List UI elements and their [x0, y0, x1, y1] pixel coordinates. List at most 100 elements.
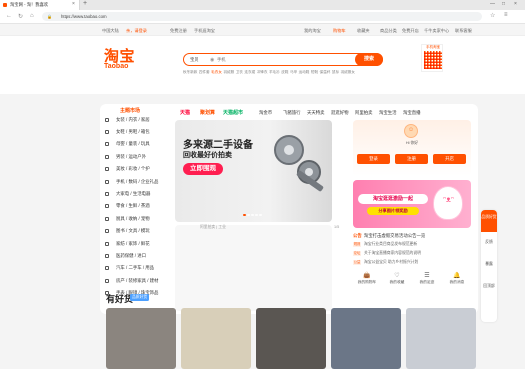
home-icon[interactable]: ⌂ [30, 13, 34, 19]
quick-tool-button[interactable]: ♡ 我的收藏 [383, 272, 411, 285]
qr-code-panel[interactable]: 手机淘宝 [421, 44, 443, 72]
float-quality-button[interactable]: 品质好货 [481, 210, 497, 232]
channel-link[interactable]: 淘宝直播 [403, 110, 421, 116]
quick-tool-button[interactable]: 🔔 我的消息 [443, 272, 471, 285]
category-item[interactable]: 大家电 / 生活电器 [105, 190, 175, 200]
hot-word-link[interactable]: 短靴 [311, 70, 318, 74]
hot-word-link[interactable]: 保温杯 [320, 70, 331, 74]
hot-word-link[interactable]: 羽绒服女 [341, 70, 355, 74]
customer-service-link[interactable]: 联系客服 [455, 28, 472, 34]
hot-word-link[interactable]: 卫衣 [236, 70, 243, 74]
news-item[interactable]: 规则 淘宝行业类目商品发布规范更新 [353, 242, 471, 247]
hot-word-link[interactable]: 冲锋衣 [257, 70, 268, 74]
region-selector[interactable]: 中国大陆 [102, 28, 119, 34]
channel-link[interactable]: 阿里拍卖 [355, 110, 373, 116]
category-item[interactable]: 手机 / 数码 / 企业礼品 [105, 178, 175, 188]
goods-thumbnail[interactable] [406, 308, 476, 369]
float-report-button[interactable]: 暴露 [481, 262, 497, 267]
refresh-icon[interactable]: ↻ [18, 13, 23, 20]
quick-tool-button[interactable]: ☰ 我的足迹 [413, 272, 441, 285]
maximize-icon[interactable]: □ [502, 1, 505, 7]
channel-link[interactable]: 逛逛好物 [331, 110, 349, 116]
category-item[interactable]: 家纺 / 家饰 / 鲜花 [105, 240, 175, 250]
close-tab-icon[interactable]: × [72, 1, 75, 7]
my-taobao-link[interactable]: 我的淘宝 [304, 28, 321, 34]
open-store-button[interactable]: 开店 [433, 154, 466, 164]
channel-link[interactable]: 聚划算 [200, 109, 215, 116]
channel-link[interactable]: 淘宝生活 [379, 110, 397, 116]
channel-link[interactable]: 天猫 [180, 109, 190, 116]
hot-word-link[interactable]: 运动鞋 [299, 70, 310, 74]
goods-section-badge[interactable]: 品质好货 [130, 294, 150, 301]
channel-link[interactable]: 天猫超市 [223, 109, 243, 116]
float-feedback-button[interactable]: 反馈 [481, 240, 497, 245]
category-item[interactable]: 厨具 / 收纳 / 宠物 [105, 215, 175, 225]
menu-icon[interactable]: ≡ [504, 12, 508, 18]
browser-tab[interactable]: 淘宝网 - 淘！我喜欢 × [0, 0, 80, 10]
news-item[interactable]: 公益 淘宝公益宝贝 助力乡村振兴计划 [353, 260, 471, 265]
register-button[interactable]: 注册 [395, 154, 428, 164]
channel-link[interactable]: 淘金币 [259, 110, 272, 116]
goods-thumbnail[interactable] [106, 308, 176, 369]
hot-word-link[interactable]: 秋冬新款 [183, 70, 197, 74]
category-item[interactable]: 汽车 / 二手车 / 用品 [105, 265, 175, 275]
category-item[interactable]: 房产 / 装修家具 / 建材 [105, 277, 175, 287]
address-bar[interactable]: 🔒 https://www.taobao.com [42, 12, 482, 21]
back-icon[interactable]: ← [6, 13, 12, 19]
favorites-link[interactable]: 收藏夹 [357, 28, 370, 34]
channel-link[interactable]: 天天特卖 [307, 110, 325, 116]
banner-dot[interactable] [259, 214, 262, 216]
search-category-select[interactable]: 宝贝 [190, 57, 199, 63]
banner-pagination[interactable] [243, 212, 263, 217]
camera-icon[interactable]: ◉ [210, 57, 214, 63]
category-item[interactable]: 美妆 / 彩妆 / 个护 [105, 166, 175, 176]
register-link[interactable]: 免费注册 [170, 28, 187, 34]
hot-word-link[interactable]: 四件套 [199, 70, 210, 74]
hot-word-link[interactable]: 皮鞋 [281, 70, 288, 74]
goods-thumbnail[interactable] [256, 308, 326, 369]
avatar[interactable]: ☺ [404, 124, 418, 138]
seller-center-link[interactable]: 千牛卖家中心 [424, 28, 449, 34]
hot-word-link[interactable]: 毛衣女 [211, 70, 222, 74]
banner-dot[interactable] [243, 214, 246, 216]
taobao-logo-en[interactable]: Taobao [104, 63, 128, 70]
goods-thumbnail[interactable] [331, 308, 401, 369]
mobile-taobao-link[interactable]: 手机逛淘宝 [194, 28, 215, 34]
news-headline[interactable]: 公告 淘宝打击虚假交易活动公告一览 [353, 233, 471, 239]
cart-link[interactable]: 购物车 [333, 28, 346, 34]
url-text[interactable]: https://www.taobao.com [61, 14, 107, 19]
login-link[interactable]: 亲，请登录 [126, 28, 147, 34]
news-item[interactable]: 论坛 关于淘宝直播商家内容规范的说明 [353, 251, 471, 256]
hot-word-link[interactable]: 鼠标 [332, 70, 339, 74]
category-item[interactable]: 医药保健 / 进口 [105, 252, 175, 262]
search-button[interactable]: 搜索 [355, 53, 383, 66]
promo-banner[interactable]: 淘宝逛逛激励一起 分享图片领奖励 ᵔᴥᵔ [353, 180, 471, 228]
category-item[interactable]: 图书 / 文具 / 模玩 [105, 228, 175, 238]
category-item[interactable]: 零食 / 生鲜 / 茶酒 [105, 203, 175, 213]
category-item[interactable]: 母婴 / 童装 / 玩具 [105, 141, 175, 151]
category-item[interactable]: 女装 / 内衣 / 家居 [105, 116, 175, 126]
goods-thumbnail[interactable] [181, 308, 251, 369]
categories-link[interactable]: 商品分类 [380, 28, 397, 34]
category-item[interactable]: 女鞋 / 男鞋 / 箱包 [105, 128, 175, 138]
quick-tool-button[interactable]: 👜 我的购物车 [353, 272, 381, 285]
hot-word-link[interactable]: 连衣裙 [244, 70, 255, 74]
banner-cta-button[interactable]: 立即围观 [183, 163, 223, 175]
hot-word-link[interactable]: 羽绒服 [223, 70, 234, 74]
close-window-icon[interactable]: × [514, 1, 517, 7]
minimize-icon[interactable]: — [490, 1, 495, 7]
float-back-to-top-button[interactable]: 回顶部 [481, 284, 497, 289]
new-tab-button[interactable]: + [83, 0, 87, 7]
hot-word-link[interactable]: 马甲 [290, 70, 297, 74]
hot-word-link[interactable]: 羊毛衫 [269, 70, 280, 74]
search-input[interactable] [217, 57, 337, 62]
banner-dot[interactable] [247, 214, 250, 216]
category-item[interactable]: 男装 / 运动户外 [105, 153, 175, 163]
banner-dot[interactable] [255, 214, 258, 216]
login-button[interactable]: 登录 [357, 154, 390, 164]
banner-dot[interactable] [251, 214, 254, 216]
channel-link[interactable]: 飞猪旅行 [283, 110, 301, 116]
open-store-link[interactable]: 免费开店 [402, 28, 419, 34]
bookmark-star-icon[interactable]: ☆ [490, 12, 495, 19]
main-banner[interactable]: 多来源二手设备 回收最好价拍卖 立即围观 [175, 120, 332, 222]
